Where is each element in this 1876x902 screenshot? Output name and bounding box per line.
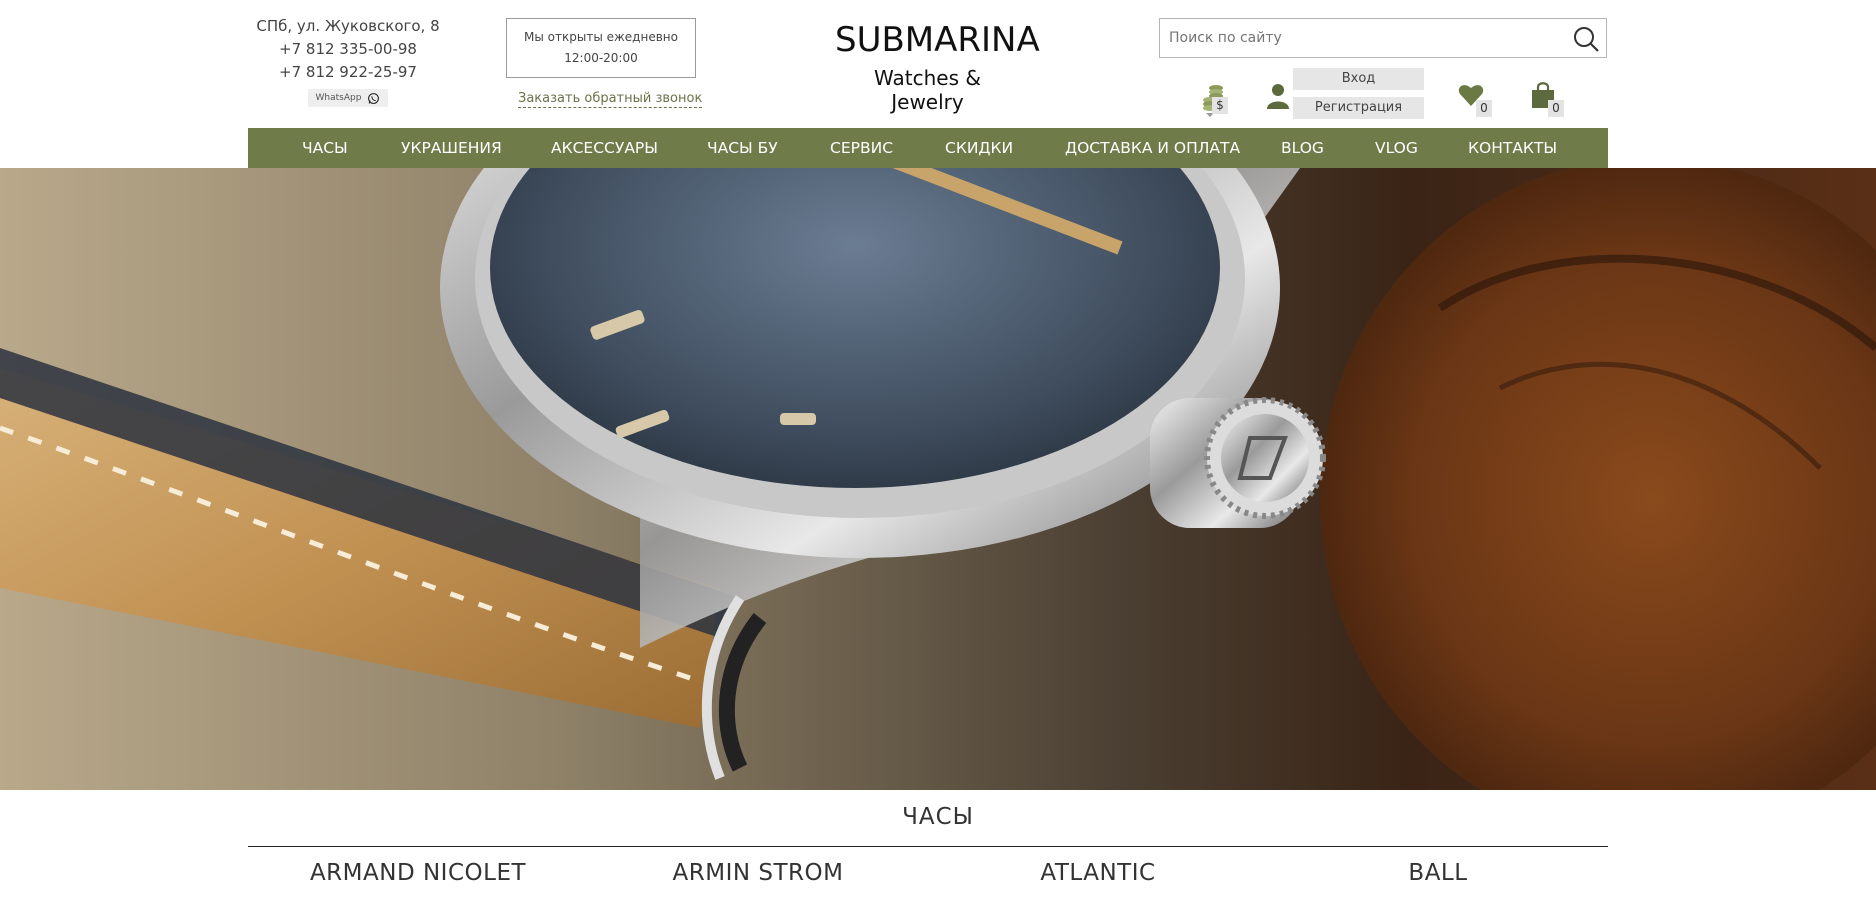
nav-item-discounts[interactable]: СКИДКИ <box>945 128 1013 168</box>
nav-item-used-watches[interactable]: ЧАСЫ БУ <box>707 128 778 168</box>
brand-list: ARMAND NICOLET ARMIN STROM ATLANTIC BALL <box>248 860 1608 902</box>
brand-link[interactable]: ARMIN STROM <box>588 860 928 886</box>
phone-1[interactable]: +7 812 335-00-98 <box>248 38 448 61</box>
hours-line-1: Мы открыты ежедневно <box>524 30 678 44</box>
login-button[interactable]: Вход <box>1293 68 1424 90</box>
whatsapp-button[interactable]: WhatsApp <box>307 89 389 107</box>
logo[interactable]: SUBMARINA Watches & Jewelry <box>835 18 1040 114</box>
search-box <box>1159 18 1607 58</box>
user-bar: $ Вход Регистрация 0 0 <box>1190 65 1590 123</box>
nav-item-delivery-payment[interactable]: ДОСТАВКА И ОПЛАТА <box>1065 128 1240 168</box>
hours-line-2: 12:00-20:00 <box>564 51 638 65</box>
whatsapp-icon <box>368 92 380 104</box>
section-divider <box>248 846 1608 847</box>
opening-hours: Мы открыты ежедневно 12:00-20:00 <box>506 18 696 78</box>
favorites-count: 0 <box>1476 100 1492 117</box>
logo-main: SUBMARINA <box>835 20 1040 60</box>
callback-link[interactable]: Заказать обратный звонок <box>518 91 703 108</box>
main-nav: ЧАСЫ УКРАШЕНИЯ АКСЕССУАРЫ ЧАСЫ БУ СЕРВИС… <box>248 128 1608 168</box>
search-icon[interactable] <box>1572 25 1600 53</box>
whatsapp-label: WhatsApp <box>315 93 362 103</box>
nav-item-accessories[interactable]: АКСЕССУАРЫ <box>551 128 658 168</box>
brand-link[interactable]: BALL <box>1268 860 1608 886</box>
hero-watch-photo <box>0 168 1876 790</box>
logo-sub: Watches & Jewelry <box>874 66 981 114</box>
cart-count: 0 <box>1548 100 1564 117</box>
nav-item-blog[interactable]: BLOG <box>1281 128 1324 168</box>
site-header: СПб, ул. Жуковского, 8 +7 812 335-00-98 … <box>0 0 1876 168</box>
address: СПб, ул. Жуковского, 8 <box>256 17 440 35</box>
phone-2[interactable]: +7 812 922-25-97 <box>248 61 448 84</box>
nav-item-vlog[interactable]: VLOG <box>1375 128 1418 168</box>
nav-item-jewelry[interactable]: УКРАШЕНИЯ <box>401 128 502 168</box>
search-input[interactable] <box>1160 19 1560 57</box>
user-icon[interactable] <box>1267 83 1289 109</box>
register-button[interactable]: Регистрация <box>1293 97 1424 119</box>
nav-item-service[interactable]: СЕРВИС <box>830 128 893 168</box>
nav-item-contacts[interactable]: КОНТАКТЫ <box>1468 128 1557 168</box>
hero-banner-image[interactable] <box>0 168 1876 790</box>
section-title: ЧАСЫ <box>902 804 974 830</box>
nav-item-watches[interactable]: ЧАСЫ <box>302 128 348 168</box>
brand-link[interactable]: ATLANTIC <box>928 860 1268 886</box>
currency-symbol: $ <box>1212 97 1228 114</box>
contact-block: СПб, ул. Жуковского, 8 +7 812 335-00-98 … <box>248 15 448 107</box>
brand-link[interactable]: ARMAND NICOLET <box>248 860 588 886</box>
